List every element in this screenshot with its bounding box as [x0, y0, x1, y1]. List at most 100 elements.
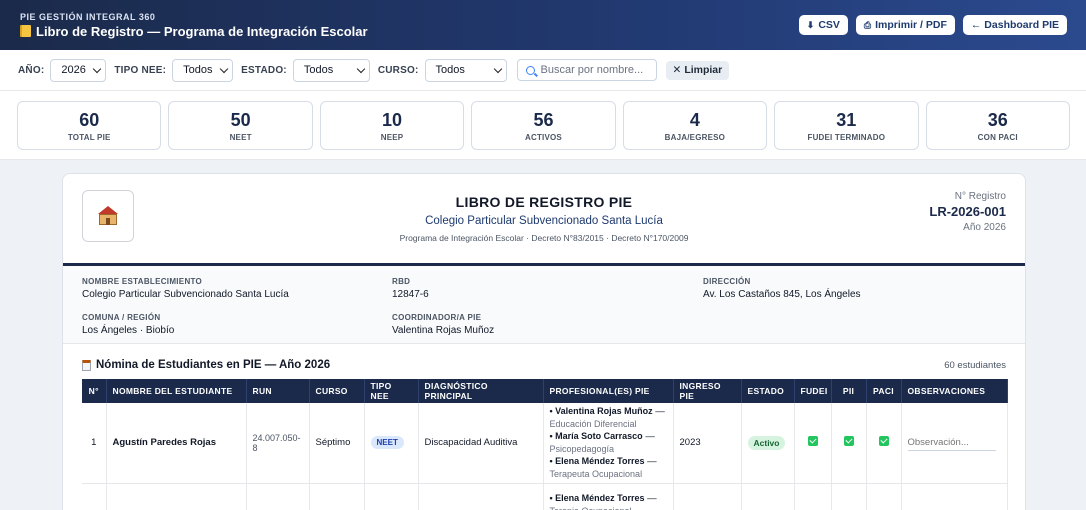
stat-label: TOTAL PIE [67, 132, 111, 142]
col-professionals[interactable]: PROFESIONAL(ES) PIE [543, 379, 674, 403]
info-value: Valentina Rojas Muñoz [392, 325, 495, 336]
pii-cell [831, 403, 867, 484]
pii-checkbox[interactable] [843, 436, 854, 447]
year-select[interactable]: 2026 [50, 58, 107, 82]
registry-number: N° Registro LR-2026-001 Año 2026 [929, 191, 1006, 233]
col-fudei[interactable]: FUDEI [794, 379, 832, 403]
table-row: 1 Agustín Paredes Rojas 24.007.050-8 Sép… [82, 403, 1008, 484]
col-number[interactable]: N° [82, 379, 107, 403]
nee-label: TIPO NEE: [114, 64, 167, 76]
col-nee-type[interactable]: TIPO NEE [364, 379, 419, 403]
professional-role: Educación Diferencial [549, 419, 637, 430]
status-badge: Activo [747, 435, 786, 450]
ingreso-year: 2023 [673, 403, 742, 484]
info-label: RBD [392, 277, 411, 286]
nee-cell: NEET [364, 403, 419, 484]
registry-year: Año 2026 [963, 222, 1006, 233]
course-label: CURSO: [377, 64, 419, 76]
csv-button[interactable]: ⬇ CSV [798, 15, 848, 35]
col-pii[interactable]: PII [831, 379, 867, 403]
observation-input[interactable] [907, 434, 996, 451]
stat-value: 60 [79, 109, 100, 130]
roster-header: Nómina de Estudiantes en PIE — Año 2026 … [82, 358, 1006, 372]
document-title: LIBRO DE REGISTRO PIE [455, 194, 633, 210]
book-icon [20, 25, 31, 37]
professional-role: Psicopedagogía [549, 444, 615, 455]
chevron-down-icon [493, 64, 502, 73]
nee-select[interactable]: Todos [172, 58, 234, 82]
info-establishment: NOMBRE ESTABLECIMIENTO Colegio Particular… [82, 277, 392, 307]
search-icon [525, 65, 535, 75]
col-ingreso[interactable]: INGRESO PIE [673, 379, 742, 403]
course-select-value: Todos [435, 64, 465, 76]
student-name: Agustín Paredes Rojas [106, 403, 247, 484]
course-select[interactable]: Todos [424, 58, 507, 82]
stat-label: FUDEI TERMINADO [807, 132, 886, 142]
close-icon: ✕ [672, 64, 682, 76]
search-placeholder: Buscar por nombre... [540, 64, 644, 76]
student-roster: Nómina de Estudiantes en PIE — Año 2026 … [63, 344, 1025, 510]
info-value: Los Ángeles · Biobío [82, 325, 175, 336]
status-select-value: Todos [303, 64, 334, 76]
student-table: N° NOMBRE DEL ESTUDIANTE RUN CURSO TIPO … [82, 379, 1008, 510]
registry-number-label: N° Registro [954, 191, 1006, 202]
registry-document: LIBRO DE REGISTRO PIE Colegio Particular… [62, 173, 1026, 510]
clear-button[interactable]: ✕ Limpiar [665, 60, 730, 80]
fudei-checkbox[interactable] [807, 436, 818, 447]
info-value: Colegio Particular Subvencionado Santa L… [82, 289, 289, 300]
paci-cell [866, 403, 902, 484]
filter-bar: AÑO: 2026 TIPO NEE: Todos ESTADO: Todos … [0, 50, 1086, 91]
year-select-value: 2026 [61, 64, 86, 76]
info-label: DIRECCIÓN [703, 277, 751, 286]
col-name[interactable]: NOMBRE DEL ESTUDIANTE [106, 379, 247, 403]
stat-total-pie: 60 TOTAL PIE [17, 101, 162, 150]
document-header: LIBRO DE REGISTRO PIE Colegio Particular… [63, 174, 1025, 266]
professionals-cell: • Elena Méndez Torres — Terapia Ocupacio… [543, 483, 674, 510]
registry-number-value: LR-2026-001 [929, 204, 1006, 219]
stat-value: 10 [382, 109, 403, 130]
document-heading: LIBRO DE REGISTRO PIE Colegio Particular… [63, 194, 1025, 243]
stat-label: NEEP [380, 132, 404, 142]
clear-button-label: Limpiar [684, 64, 723, 76]
print-button[interactable]: ⎙ Imprimir / PDF [855, 15, 955, 35]
table-row: • Elena Méndez Torres — Terapia Ocupacio… [82, 483, 1008, 510]
dashboard-button[interactable]: ← Dashboard PIE [962, 15, 1067, 35]
col-status[interactable]: ESTADO [741, 379, 795, 403]
professional-name: • Elena Méndez Torres [549, 456, 645, 467]
document-decree: Programa de Integración Escolar · Decret… [399, 233, 689, 243]
status-select[interactable]: Todos [292, 58, 370, 82]
col-run[interactable]: RUN [246, 379, 310, 403]
paci-checkbox[interactable] [878, 436, 889, 447]
roster-title-text: Nómina de Estudiantes en PIE — Año 2026 [96, 359, 331, 371]
stat-neep: 10 NEEP [319, 101, 465, 150]
col-paci[interactable]: PACI [866, 379, 902, 403]
stat-activos: 56 ACTIVOS [471, 101, 616, 150]
download-icon: ⬇ [806, 19, 815, 30]
stat-value: 56 [533, 109, 554, 130]
professional-role: Terapeuta Ocupacional [549, 469, 643, 480]
col-course[interactable]: CURSO [309, 379, 365, 403]
chevron-down-icon [356, 64, 366, 73]
info-coordinator: COORDINADOR/A PIE Valentina Rojas Muñoz [392, 313, 703, 343]
roster-count: 60 estudiantes [944, 359, 1006, 371]
student-diagnosis: Discapacidad Auditiva [418, 403, 544, 484]
info-label: NOMBRE ESTABLECIMIENTO [82, 277, 203, 286]
professional-name: • Valentina Rojas Muñoz [549, 406, 653, 417]
top-actions: ⬇ CSV ⎙ Imprimir / PDF ← Dashboard PIE [798, 15, 1067, 35]
status-label: ESTADO: [241, 64, 287, 76]
info-value: Av. Los Castaños 845, Los Ángeles [703, 289, 861, 300]
info-value: 12847-6 [392, 289, 429, 300]
stat-neet: 50 NEET [168, 101, 313, 150]
stat-baja-egreso: 4 BAJA/EGRESO [622, 101, 768, 150]
col-observations[interactable]: OBSERVACIONES [901, 379, 1008, 403]
stat-label: BAJA/EGRESO [664, 132, 726, 142]
col-diagnosis[interactable]: DIAGNÓSTICO PRINCIPAL [418, 379, 544, 403]
stat-label: NEET [229, 132, 252, 142]
year-label: AÑO: [18, 64, 45, 76]
fudei-cell [794, 403, 832, 484]
nee-select-value: Todos [183, 64, 213, 76]
search-input[interactable]: Buscar por nombre... [516, 59, 657, 81]
chevron-down-icon [93, 64, 102, 73]
chevron-down-icon [219, 64, 229, 73]
nee-badge: NEET [370, 436, 404, 450]
